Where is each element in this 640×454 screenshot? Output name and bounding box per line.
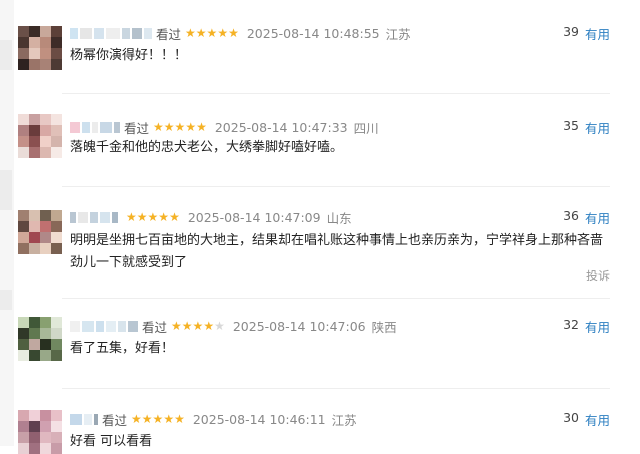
vote-count: 39 xyxy=(563,24,579,39)
star-filled-icon: ★ xyxy=(136,210,148,224)
watch-status: 看过 xyxy=(156,26,182,42)
blurred-username[interactable] xyxy=(70,27,152,39)
blurred-username[interactable] xyxy=(70,320,138,332)
comment-region: 陕西 xyxy=(371,319,397,335)
star-filled-icon: ★ xyxy=(126,210,137,224)
watch-status: 看过 xyxy=(124,120,150,136)
star-rating: ★ ★ ★ ★ ★ xyxy=(171,320,225,332)
comment-time: 2025-08-14 10:47:06 xyxy=(232,318,366,334)
star-filled-icon: ★ xyxy=(174,120,186,134)
star-filled-icon: ★ xyxy=(185,120,197,134)
comment-region: 江苏 xyxy=(331,412,357,428)
comment-time: 2025-08-14 10:46:11 xyxy=(192,411,326,427)
star-filled-icon: ★ xyxy=(192,319,204,333)
divider xyxy=(62,388,610,389)
comment-region: 山东 xyxy=(326,210,352,226)
vote-count: 35 xyxy=(563,118,579,133)
star-filled-icon: ★ xyxy=(153,120,164,134)
comment-item: ★ ★ ★ ★ ★ 2025-08-14 10:47:09 山东 36 有用 明明是坐拥… xyxy=(0,208,640,294)
report-button[interactable]: 投诉 xyxy=(586,267,610,284)
star-filled-icon: ★ xyxy=(131,412,142,426)
comment-time: 2025-08-14 10:47:33 xyxy=(214,119,348,135)
divider xyxy=(62,186,610,187)
star-filled-icon: ★ xyxy=(171,319,182,333)
blurred-username[interactable] xyxy=(70,211,118,223)
user-avatar[interactable] xyxy=(18,26,62,70)
star-filled-icon: ★ xyxy=(152,412,164,426)
user-avatar[interactable] xyxy=(18,410,62,454)
star-rating: ★ ★ ★ ★ ★ xyxy=(131,413,185,425)
comment-item: 看过 ★ ★ ★ ★ ★ 2025-08-14 10:47:33 四川 35 有用 落魄… xyxy=(0,114,640,204)
divider xyxy=(62,93,610,94)
star-filled-icon: ★ xyxy=(181,319,193,333)
useful-button[interactable]: 有用 xyxy=(585,118,610,137)
comment-item: 看过 ★ ★ ★ ★ ★ 2025-08-14 10:46:11 江苏 30 有用 好看… xyxy=(0,410,640,454)
star-filled-icon: ★ xyxy=(203,319,215,333)
star-filled-icon: ★ xyxy=(196,120,207,134)
blurred-username[interactable] xyxy=(70,413,98,425)
vote-count: 32 xyxy=(563,317,579,332)
comment-text: 看了五集，好看！ xyxy=(70,341,175,356)
comment-text: 好看 可以看看 xyxy=(70,434,153,449)
star-empty-icon: ★ xyxy=(214,319,225,333)
useful-button[interactable]: 有用 xyxy=(585,24,610,43)
star-rating: ★ ★ ★ ★ ★ xyxy=(126,211,180,223)
blurred-username[interactable] xyxy=(70,121,120,133)
comment-item: 看过 ★ ★ ★ ★ ★ 2025-08-14 10:47:06 陕西 32 有用 看了… xyxy=(0,317,640,387)
star-filled-icon: ★ xyxy=(163,412,175,426)
user-avatar[interactable] xyxy=(18,317,62,361)
star-filled-icon: ★ xyxy=(147,210,159,224)
divider xyxy=(62,298,610,299)
vote-count: 36 xyxy=(563,208,579,223)
comment-time: 2025-08-14 10:47:09 xyxy=(187,209,321,225)
comment-time: 2025-08-14 10:48:55 xyxy=(246,25,380,41)
comment-text: 杨幂你演得好！！！ xyxy=(70,48,188,63)
star-filled-icon: ★ xyxy=(141,412,153,426)
watch-status: 看过 xyxy=(102,412,128,428)
star-filled-icon: ★ xyxy=(217,26,229,40)
watch-status: 看过 xyxy=(142,319,168,335)
comment-item: 看过 ★ ★ ★ ★ ★ 2025-08-14 10:48:55 江苏 39 有用 杨幂… xyxy=(0,24,640,110)
star-filled-icon: ★ xyxy=(163,120,175,134)
star-filled-icon: ★ xyxy=(195,26,207,40)
star-filled-icon: ★ xyxy=(158,210,170,224)
star-rating: ★ ★ ★ ★ ★ xyxy=(185,27,239,39)
star-filled-icon: ★ xyxy=(185,26,196,40)
comment-region: 江苏 xyxy=(385,26,411,42)
comment-text: 明明是坐拥七百亩地的大地主，结果却在唱礼账这种事情上也亲历亲为，宁学祥身上那种吝… xyxy=(70,233,604,270)
useful-button[interactable]: 有用 xyxy=(585,410,610,429)
useful-button[interactable]: 有用 xyxy=(585,208,610,227)
user-avatar[interactable] xyxy=(18,114,62,158)
star-filled-icon: ★ xyxy=(169,210,180,224)
star-filled-icon: ★ xyxy=(206,26,218,40)
vote-count: 30 xyxy=(563,410,579,425)
star-rating: ★ ★ ★ ★ ★ xyxy=(153,121,207,133)
comment-text: 落魄千金和他的忠犬老公，大绣拳脚好嗑好嗑。 xyxy=(70,140,344,155)
user-avatar[interactable] xyxy=(18,210,62,254)
star-filled-icon: ★ xyxy=(174,412,185,426)
star-filled-icon: ★ xyxy=(228,26,239,40)
useful-button[interactable]: 有用 xyxy=(585,317,610,336)
comment-region: 四川 xyxy=(353,120,379,136)
